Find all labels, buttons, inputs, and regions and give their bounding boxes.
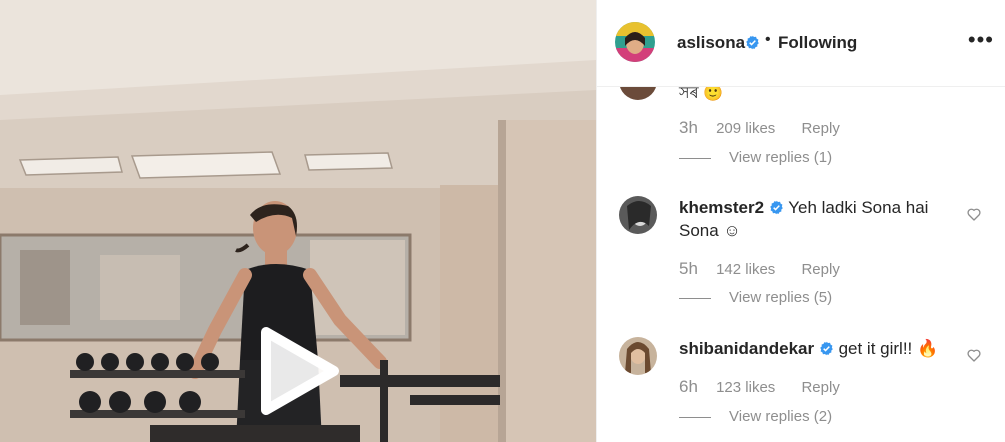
reply-button[interactable]: Reply (801, 379, 839, 396)
comment-meta: 3h 209 likes Reply (679, 118, 840, 138)
reply-button[interactable]: Reply (801, 261, 839, 278)
comment-meta: 5h 142 likes Reply (679, 259, 840, 279)
view-replies-button[interactable]: View replies (2) (679, 408, 832, 425)
post-sidebar: সৰ 🙂 3h 209 likes Reply View replies (1)… (596, 0, 1005, 442)
reply-button[interactable]: Reply (801, 120, 839, 137)
avatar-image (619, 196, 657, 234)
comment-username[interactable]: khemster2 (679, 198, 764, 217)
view-replies-button[interactable]: View replies (5) (679, 289, 832, 306)
comment-likes[interactable]: 142 likes (716, 261, 775, 278)
avatar-image (619, 337, 657, 375)
video-player[interactable] (0, 0, 596, 442)
view-replies-button[interactable]: View replies (1) (679, 149, 832, 166)
comment-time[interactable]: 6h (679, 377, 698, 396)
post-header: aslisona • Following ••• (597, 0, 1005, 87)
view-replies-label: View replies (5) (729, 289, 833, 306)
comment-meta: 6h 123 likes Reply (679, 377, 840, 397)
commenter-avatar[interactable] (619, 196, 657, 234)
replies-divider (679, 157, 711, 159)
verified-badge-icon (820, 341, 833, 356)
verified-badge-icon (746, 35, 759, 50)
comment-likes[interactable]: 209 likes (716, 120, 775, 137)
verified-badge-icon (770, 200, 783, 215)
comment-body: shibanidandekar get it girl!! 🔥 (679, 337, 949, 360)
view-replies-label: View replies (2) (729, 408, 833, 425)
post-username[interactable]: aslisona (677, 33, 745, 53)
replies-divider (679, 416, 711, 418)
comment-body: khemster2 Yeh ladki Sona hai Sona ☺ (679, 196, 949, 242)
avatar-image (615, 22, 655, 62)
comment-time[interactable]: 5h (679, 259, 698, 278)
heart-outline-icon[interactable] (966, 347, 982, 363)
comment-likes[interactable]: 123 likes (716, 379, 775, 396)
replies-divider (679, 297, 711, 299)
play-icon (261, 327, 339, 415)
comment-username[interactable]: shibanidandekar (679, 339, 814, 358)
separator-dot: • (765, 31, 771, 48)
avatar[interactable] (615, 22, 655, 62)
more-options-icon[interactable]: ••• (968, 29, 994, 51)
following-button[interactable]: Following (778, 33, 857, 53)
play-button[interactable] (252, 326, 342, 416)
verified-badge (745, 35, 760, 53)
view-replies-label: View replies (1) (729, 149, 833, 166)
comment-time[interactable]: 3h (679, 118, 698, 137)
comment-text: get it girl!! 🔥 (838, 339, 939, 358)
heart-outline-icon[interactable] (966, 206, 982, 222)
commenter-avatar[interactable] (619, 337, 657, 375)
